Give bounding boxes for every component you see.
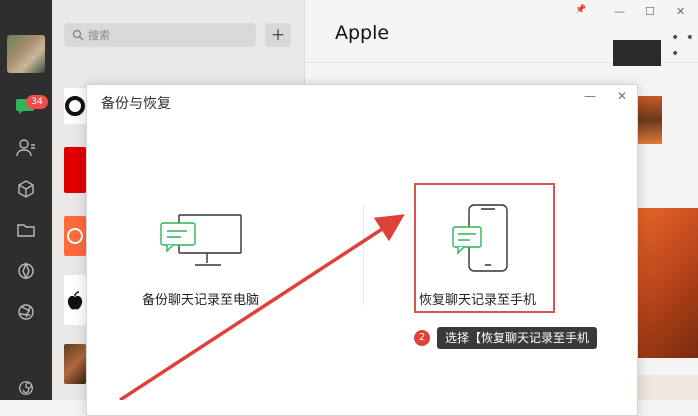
apple-logo-icon — [67, 291, 83, 310]
favorites-cube-icon[interactable] — [12, 175, 40, 203]
plus-icon: + — [270, 25, 286, 45]
channels-aperture-icon[interactable] — [12, 298, 40, 326]
user-avatar[interactable] — [7, 35, 45, 73]
message-image-3[interactable] — [636, 208, 698, 358]
close-window-button[interactable]: ✕ — [676, 5, 685, 18]
monitor-chat-icon — [160, 214, 242, 266]
left-nav-bar: 34 — [0, 0, 52, 400]
more-options-icon[interactable]: • • • — [671, 30, 698, 62]
unread-badge: 34 — [26, 95, 48, 109]
add-chat-button[interactable]: + — [265, 23, 291, 47]
step-number-badge: 2 — [414, 330, 430, 346]
contacts-icon[interactable] — [12, 134, 40, 162]
chat-thumb-uniqlo[interactable] — [64, 147, 86, 193]
dialog-title: 备份与恢复 — [101, 96, 171, 112]
backup-restore-dialog: 备份与恢复 — ✕ 备份聊天记录至电脑 恢复聊天记录至手机 — [86, 84, 638, 416]
chat-title: Apple — [335, 22, 390, 44]
mini-programs-icon[interactable] — [12, 374, 40, 402]
instruction-tooltip: 选择【恢复聊天记录至手机 — [437, 327, 598, 349]
dialog-close-button[interactable]: ✕ — [617, 89, 627, 103]
message-image-1[interactable] — [613, 40, 661, 66]
search-input[interactable]: 搜索 — [64, 23, 256, 47]
maximize-window-button[interactable]: ☐ — [645, 5, 655, 18]
options-divider — [363, 205, 364, 305]
chat-thumb-orange-app[interactable] — [64, 216, 86, 256]
backup-to-pc-label[interactable]: 备份聊天记录至电脑 — [142, 289, 259, 308]
search-placeholder: 搜索 — [88, 29, 110, 42]
message-image-2[interactable] — [638, 96, 662, 144]
message-image-4[interactable] — [636, 375, 698, 400]
restore-option-highlight-box — [414, 183, 555, 313]
chat-thumb-photo[interactable] — [64, 344, 86, 384]
pin-window-icon[interactable]: 📌 — [575, 5, 586, 15]
dialog-minimize-button[interactable]: — — [584, 89, 596, 103]
minimize-window-button[interactable]: — — [614, 5, 625, 18]
files-folder-icon[interactable] — [12, 216, 40, 244]
chat-thumb-apple[interactable] — [64, 275, 86, 325]
moments-icon[interactable] — [12, 257, 40, 285]
search-icon — [72, 29, 84, 41]
chat-thumb-logo-c[interactable] — [64, 88, 86, 124]
